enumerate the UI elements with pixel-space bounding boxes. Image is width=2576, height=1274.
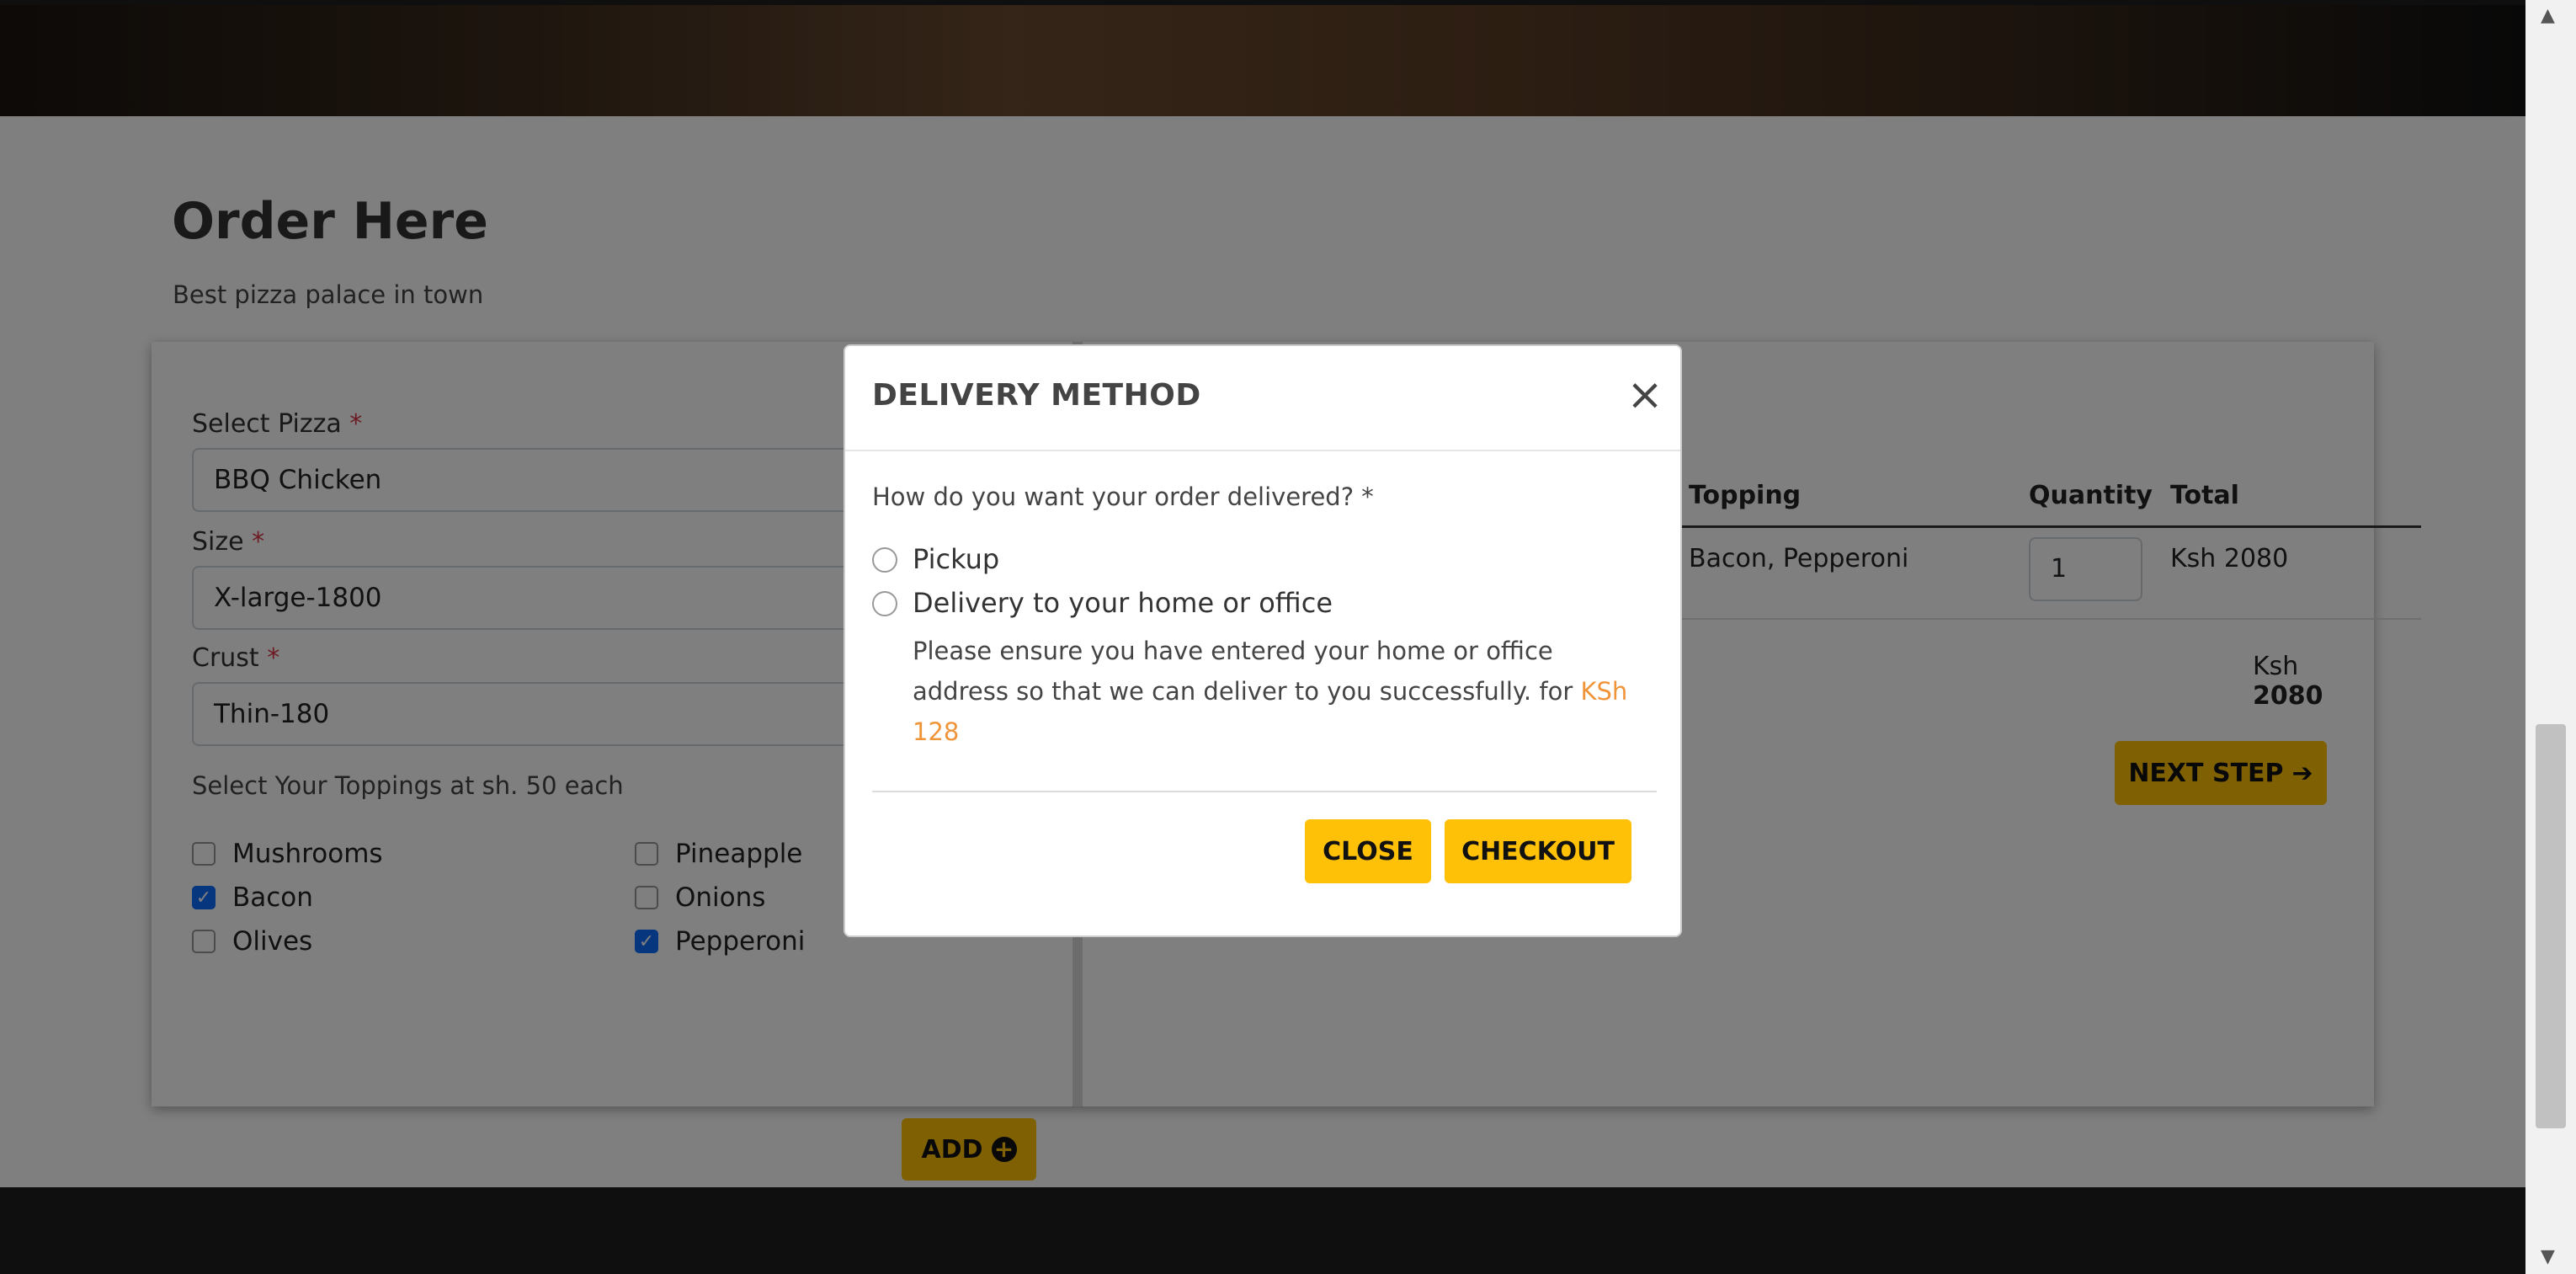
scroll-thumb[interactable]	[2536, 724, 2566, 1128]
radio-pickup[interactable]	[872, 547, 897, 573]
scroll-down-arrow-icon[interactable]: ▼	[2541, 1246, 2555, 1267]
radio-label-pickup[interactable]: Pickup	[913, 543, 999, 575]
radio-label-delivery[interactable]: Delivery to your home or office	[913, 587, 1333, 619]
delivery-description: Please ensure you have entered your home…	[913, 637, 1628, 746]
scrollbar[interactable]: ▲ ▼	[2525, 0, 2576, 1274]
scroll-up-arrow-icon[interactable]: ▲	[2541, 5, 2555, 26]
close-button[interactable]: CLOSE	[1305, 819, 1431, 883]
delivery-method-modal: DELIVERY METHOD × How do you want your o…	[844, 344, 1682, 937]
modal-footer-divider	[872, 791, 1657, 792]
radio-delivery[interactable]	[872, 591, 897, 616]
checkout-button[interactable]: CHECKOUT	[1445, 819, 1631, 883]
modal-title: DELIVERY METHOD	[872, 378, 1201, 413]
close-icon[interactable]: ×	[1626, 373, 1663, 417]
modal-header-divider	[845, 450, 1680, 451]
delivery-question: How do you want your order delivered? *	[872, 482, 1374, 511]
